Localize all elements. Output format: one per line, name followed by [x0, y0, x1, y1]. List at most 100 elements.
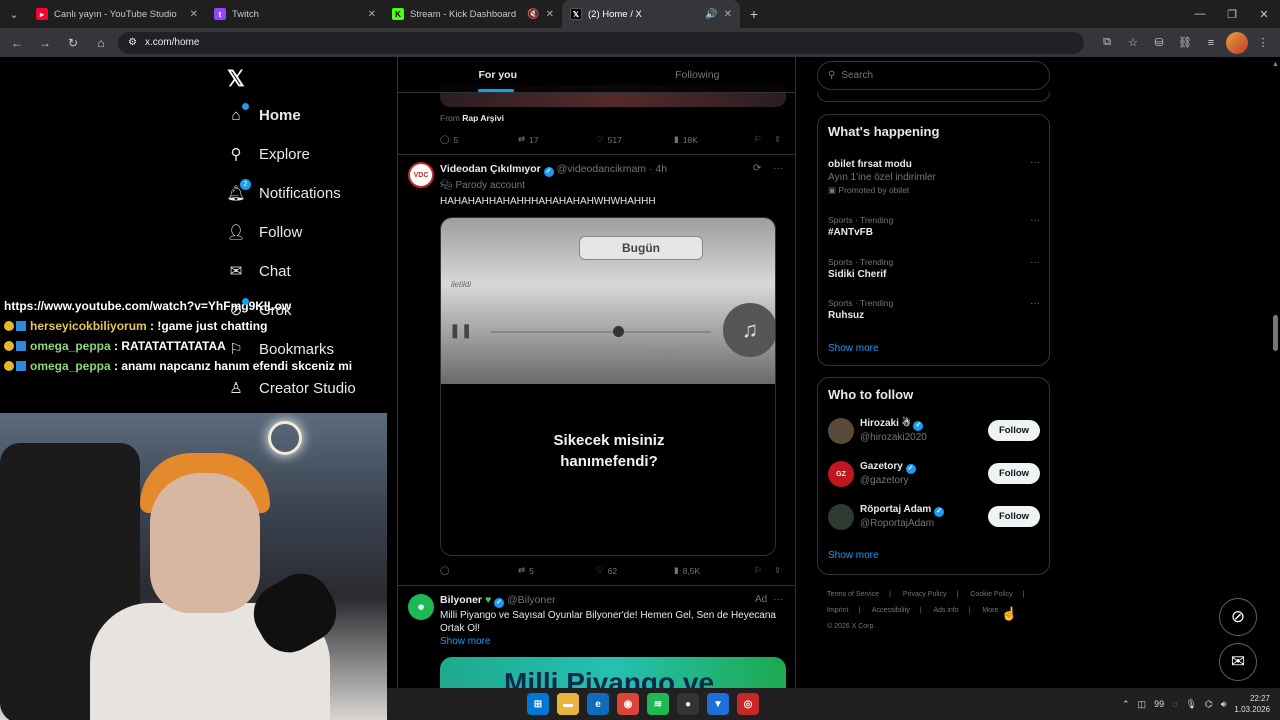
- mute-icon[interactable]: 🔇: [527, 9, 539, 20]
- close-icon[interactable]: ✕: [546, 9, 554, 20]
- more-icon[interactable]: ···: [1030, 257, 1040, 268]
- forward-icon[interactable]: →: [34, 32, 56, 54]
- spotify-icon[interactable]: ≋: [647, 693, 669, 715]
- app-icon[interactable]: ◎: [737, 693, 759, 715]
- close-icon[interactable]: ✕: [368, 9, 376, 20]
- page-scrollbar[interactable]: ▲: [1270, 57, 1280, 688]
- browser-tab-youtube[interactable]: ▸ Canlı yayın - YouTube Studio ✕: [28, 0, 206, 28]
- reply-button[interactable]: ◯: [440, 565, 518, 576]
- follow-button[interactable]: Follow: [988, 420, 1040, 441]
- browser-tab-x[interactable]: 𝕏 (2) Home / X 🔊 ✕: [562, 0, 740, 28]
- browser-tab-twitch[interactable]: t Twitch ✕: [206, 0, 384, 28]
- profile-avatar[interactable]: [1226, 31, 1248, 54]
- more-icon[interactable]: ···: [1030, 157, 1040, 168]
- follow-button[interactable]: Follow: [988, 506, 1040, 527]
- bookmark-post-icon[interactable]: ⚐: [754, 565, 774, 576]
- nav-follow[interactable]: 👤︎ Follow: [226, 223, 302, 242]
- from-source[interactable]: Rap Arşivi: [462, 113, 504, 123]
- edge-icon[interactable]: e: [587, 693, 609, 715]
- close-icon[interactable]: ✕: [724, 9, 732, 20]
- footer-link[interactable]: Terms of Service: [827, 591, 879, 598]
- nav-grok[interactable]: ⊘ Grok: [227, 298, 292, 319]
- nav-chat[interactable]: ✉ Chat: [227, 262, 291, 281]
- show-more-link[interactable]: Show more: [440, 636, 491, 647]
- file-explorer-icon[interactable]: ▬: [557, 693, 579, 715]
- post-author[interactable]: Bilyoner ♥ ✓ @Bilyoner: [440, 594, 556, 608]
- scrollbar-thumb[interactable]: [1273, 315, 1278, 351]
- follow-button[interactable]: Follow: [988, 463, 1040, 484]
- restore-icon[interactable]: ❐: [1216, 0, 1248, 28]
- extension-icon[interactable]: ⛁: [1148, 32, 1170, 54]
- views-button[interactable]: ▮ 8,5K: [674, 565, 754, 576]
- tray-overflow-icon[interactable]: ⌃: [1122, 699, 1130, 710]
- steam-icon[interactable]: ◌: [1172, 699, 1177, 709]
- home-browser-icon[interactable]: ⌂: [90, 32, 112, 54]
- tab-following[interactable]: Following: [598, 57, 796, 92]
- follow-suggestion[interactable]: GZ Gazetory ✓ @gazetory Follow: [828, 459, 1040, 489]
- windows-start-icon[interactable]: ⊞: [527, 693, 549, 715]
- nav-creator-studio[interactable]: ♙ Creator Studio: [227, 379, 355, 398]
- show-more-link[interactable]: Show more: [828, 343, 879, 354]
- security-icon[interactable]: ▼: [707, 693, 729, 715]
- footer-link[interactable]: Cookie Policy: [970, 591, 1012, 598]
- nav-notifications[interactable]: 🔔︎ 2 Notifications: [226, 179, 341, 202]
- views-button[interactable]: ▮ 18K: [674, 134, 754, 145]
- nav-explore[interactable]: ⚲ Explore: [227, 145, 310, 164]
- link-icon[interactable]: ⛓: [1174, 32, 1196, 54]
- trend-item[interactable]: Sports · Trending Ruhsuz ···: [828, 298, 1040, 321]
- follow-suggestion[interactable]: Hirozaki ☃ ✓ @hirozaki2020 Follow: [828, 416, 1040, 446]
- install-app-icon[interactable]: ⧉: [1096, 32, 1118, 54]
- x-logo-icon[interactable]: 𝕏: [227, 66, 245, 92]
- close-icon[interactable]: ✕: [190, 9, 198, 20]
- share-icon[interactable]: ⇪: [774, 565, 781, 576]
- messages-fab-button[interactable]: ✉: [1219, 643, 1257, 681]
- search-input[interactable]: ⚲ Search: [817, 61, 1050, 90]
- browser-tab-kick[interactable]: K Stream - Kick Dashboard 🔇 ✕: [384, 0, 562, 28]
- more-icon[interactable]: ···: [773, 163, 783, 174]
- tab-search-icon[interactable]: ⌄: [0, 0, 28, 28]
- more-icon[interactable]: ···: [1030, 215, 1040, 226]
- show-more-link[interactable]: Show more: [828, 550, 879, 561]
- mic-icon[interactable]: 🎙︎: [1185, 699, 1196, 710]
- reload-icon[interactable]: ↻: [62, 32, 84, 54]
- bookmark-star-icon[interactable]: ☆: [1122, 32, 1144, 54]
- trend-item[interactable]: Sports · Trending Sidiki Cherif ···: [828, 257, 1040, 280]
- minimize-icon[interactable]: —: [1184, 0, 1216, 28]
- notification-tray-icon[interactable]: ◫: [1138, 699, 1147, 710]
- obs-icon[interactable]: ●: [677, 693, 699, 715]
- repost-button[interactable]: ⇄ 17: [518, 134, 596, 145]
- trend-item[interactable]: obilet fırsat modu Ayın 1'ine özel indir…: [828, 157, 1040, 196]
- menu-icon[interactable]: ⋮: [1252, 32, 1274, 54]
- audio-icon[interactable]: 🔊: [705, 9, 717, 20]
- reply-button[interactable]: ◯ 5: [440, 134, 518, 145]
- close-window-icon[interactable]: ✕: [1248, 0, 1280, 28]
- follow-suggestion[interactable]: Röportaj Adam ✓ @RoportajAdam Follow: [828, 502, 1040, 532]
- avatar[interactable]: ◉: [408, 594, 434, 620]
- media-control-icon[interactable]: ≡: [1200, 32, 1222, 54]
- footer-link[interactable]: Ads info: [933, 607, 958, 614]
- grok-explain-icon[interactable]: ⟳: [753, 163, 761, 174]
- share-icon[interactable]: ⇪: [774, 134, 781, 145]
- chrome-icon[interactable]: ◉: [617, 693, 639, 715]
- like-button[interactable]: ♡ 517: [596, 134, 674, 145]
- network-icon[interactable]: ⌬: [1205, 699, 1213, 710]
- grok-fab-button[interactable]: ⊘: [1219, 598, 1257, 636]
- bookmark-post-icon[interactable]: ⚐: [754, 134, 774, 145]
- more-icon[interactable]: ···: [773, 594, 783, 605]
- volume-icon[interactable]: 🔊︎: [1221, 699, 1227, 710]
- footer-link[interactable]: Privacy Policy: [903, 591, 947, 598]
- like-button[interactable]: ♡ 62: [596, 565, 674, 576]
- scroll-up-icon[interactable]: ▲: [1272, 61, 1279, 68]
- site-info-icon[interactable]: ⚙: [128, 37, 137, 48]
- repost-button[interactable]: ⇄ 5: [518, 565, 596, 576]
- post-author[interactable]: Videodan Çıkılmıyor ✓ @videodancikmam · …: [440, 163, 667, 177]
- trend-item[interactable]: Sports · Trending #ANTvFB ···: [828, 215, 1040, 238]
- nav-home[interactable]: ⌂ Home: [227, 103, 301, 124]
- more-icon[interactable]: ···: [1030, 298, 1040, 309]
- avatar[interactable]: VDC: [408, 162, 434, 188]
- url-input[interactable]: ⚙ x.com/home: [118, 31, 1084, 54]
- post-video[interactable]: Bugün iletildi ❚❚ ♫ 05.11.01 Sikecek mis…: [440, 217, 776, 556]
- footer-link[interactable]: Imprint: [827, 607, 848, 614]
- footer-link[interactable]: Accessibility: [872, 607, 910, 614]
- tab-for-you[interactable]: For you: [398, 57, 598, 92]
